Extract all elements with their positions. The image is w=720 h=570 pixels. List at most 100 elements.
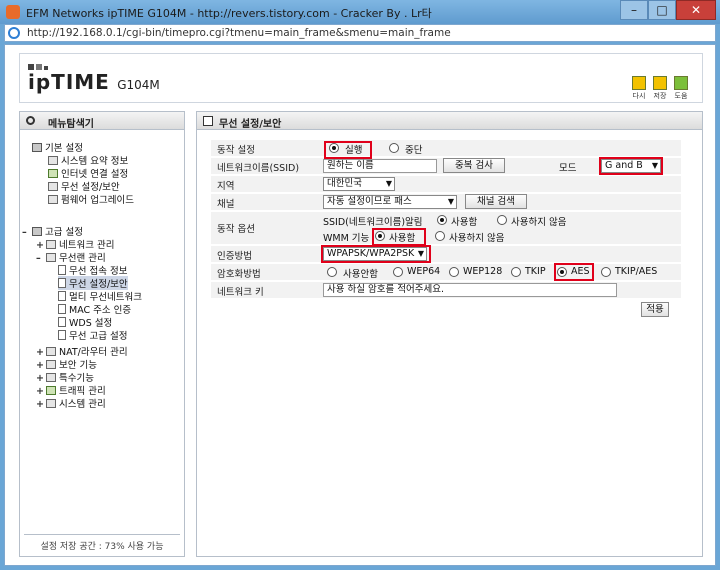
minimize-button[interactable]: – <box>620 0 648 20</box>
enc-tkip-aes-radio[interactable] <box>601 267 611 277</box>
page-icon <box>58 265 66 275</box>
collapse-icon[interactable]: – <box>36 253 44 264</box>
wireless-icon <box>46 253 56 262</box>
menu-explorer: 메뉴탐색기 기본 설정 시스템 요약 정보 인터넷 연결 설정 무선 설정/보안… <box>19 111 185 557</box>
maximize-button[interactable]: □ <box>648 0 676 20</box>
operation-on-radio[interactable] <box>329 143 339 153</box>
enc-wep64-label: WEP64 <box>407 266 441 277</box>
logo-model: G104M <box>117 78 160 92</box>
tree-item-wireless-security[interactable]: 무선 설정/보안 <box>58 276 128 290</box>
tree-item-internet[interactable]: 인터넷 연결 설정 <box>48 166 128 180</box>
menu-explorer-header: 메뉴탐색기 <box>20 112 184 130</box>
traffic-icon <box>46 386 56 395</box>
router-icon <box>46 347 56 356</box>
tree-basic-settings[interactable]: 기본 설정 <box>32 140 83 154</box>
row-network-key: 네트워크 키 사용 하실 암호를 적어주세요. <box>211 282 681 298</box>
window-titlebar: EFM Networks ipTIME G104M - http://rever… <box>0 0 720 24</box>
page-icon <box>58 317 66 327</box>
network-key-input[interactable]: 사용 하실 암호를 적어주세요. <box>323 283 617 297</box>
operation-off-radio[interactable] <box>389 143 399 153</box>
address-bar[interactable]: http://192.168.0.1/cgi-bin/timepro.cgi?t… <box>4 24 716 42</box>
enc-aes-radio[interactable] <box>557 267 567 277</box>
tree-label: 무선 고급 설정 <box>69 331 128 342</box>
tree-special[interactable]: + 특수기능 <box>36 370 94 384</box>
menu-explorer-title: 메뉴탐색기 <box>48 119 94 130</box>
wmm-use-label: 사용함 <box>389 233 416 244</box>
ssid-broadcast-use-radio[interactable] <box>437 215 447 225</box>
row-ssid: 네트워크이름(SSID) 원하는 이름 중복 검사 모드 G and B ▼ <box>211 158 681 174</box>
tree-network-mgmt[interactable]: + 네트워크 관리 <box>36 237 114 251</box>
enc-wep64-radio[interactable] <box>393 267 403 277</box>
panel-header: 무선 설정/보안 <box>197 112 702 130</box>
save-icon <box>653 76 667 90</box>
enc-none-radio[interactable] <box>327 267 337 277</box>
help-button[interactable]: 도움 <box>672 76 690 101</box>
help-icon <box>674 76 688 90</box>
enc-wep128-radio[interactable] <box>449 267 459 277</box>
ssid-check-button[interactable]: 중복 검사 <box>443 158 505 173</box>
mode-label: 모드 <box>559 163 577 174</box>
search-icon <box>26 116 35 125</box>
close-button[interactable]: ✕ <box>676 0 716 20</box>
options-label: 동작 옵션 <box>217 224 255 235</box>
refresh-button[interactable]: 다시 <box>630 76 648 101</box>
operation-on-label: 실행 <box>345 145 363 156</box>
save-button[interactable]: 저장 <box>651 76 669 101</box>
apply-button[interactable]: 적용 <box>641 302 669 317</box>
lock-icon <box>46 360 56 369</box>
wmm-use-radio[interactable] <box>375 231 385 241</box>
tree-security[interactable]: + 보안 기능 <box>36 357 97 371</box>
logo-main: ipTIME <box>28 70 110 94</box>
chevron-down-icon: ▼ <box>417 249 424 258</box>
tree-wireless-mgmt[interactable]: – 무선랜 관리 <box>36 250 106 264</box>
collapse-icon[interactable]: – <box>22 227 30 238</box>
folder-icon <box>32 143 42 152</box>
auth-value: WPAPSK/WPA2PSK <box>327 248 415 259</box>
channel-search-button[interactable]: 채널 검색 <box>465 194 527 209</box>
tree-item-mac-auth[interactable]: MAC 주소 인증 <box>58 302 131 316</box>
tree-item-multi-ssid[interactable]: 멀티 무선네트워크 <box>58 289 142 303</box>
row-region: 지역 대한민국 ▼ <box>211 176 681 192</box>
tree-item-system-summary[interactable]: 시스템 요약 정보 <box>48 153 128 167</box>
tree-item-wireless-basic[interactable]: 무선 설정/보안 <box>48 179 120 193</box>
operation-label: 동작 설정 <box>217 145 255 156</box>
ssid-broadcast-nouse-radio[interactable] <box>497 215 507 225</box>
panel-icon <box>203 116 213 126</box>
tree-advanced-settings[interactable]: – 고급 설정 <box>22 224 83 238</box>
page-icon <box>58 330 66 340</box>
expand-icon[interactable]: + <box>36 399 44 410</box>
ssid-broadcast-label: SSID(네트워크이름)알림 <box>323 217 423 228</box>
tree-item-wds[interactable]: WDS 설정 <box>58 315 112 329</box>
tree-nat-router[interactable]: + NAT/라우터 관리 <box>36 344 128 358</box>
enc-aes-label: AES <box>571 266 590 277</box>
page-icon <box>58 304 66 314</box>
globe-icon <box>48 169 58 178</box>
tree-item-wireless-info[interactable]: 무선 접속 정보 <box>58 263 127 277</box>
help-label: 도움 <box>674 92 688 100</box>
storage-status: 설정 저장 공간 : 73% 사용 가능 <box>24 534 180 552</box>
mode-select[interactable]: G and B ▼ <box>601 159 661 173</box>
system-icon <box>46 399 56 408</box>
tree-traffic[interactable]: + 트래픽 관리 <box>36 383 106 397</box>
window-title: EFM Networks ipTIME G104M - http://rever… <box>26 7 432 20</box>
channel-select[interactable]: 자동 설정이므로 패스 ▼ <box>323 195 457 209</box>
wireless-settings-panel: 무선 설정/보안 동작 설정 실행 중단 네트워크이름(SSID) 원하는 이름… <box>196 111 703 557</box>
auth-select[interactable]: WPAPSK/WPA2PSK ▼ <box>323 247 427 261</box>
panel-title: 무선 설정/보안 <box>219 119 282 130</box>
wmm-label: WMM 기능 <box>323 233 370 244</box>
ssid-broadcast-use-label: 사용함 <box>451 217 478 228</box>
tree-item-firmware[interactable]: 펌웨어 업그레이드 <box>48 192 134 206</box>
router-header: ipTIME G104M 다시 저장 도움 <box>19 53 703 103</box>
region-label: 지역 <box>217 181 235 192</box>
region-select[interactable]: 대한민국 ▼ <box>323 177 395 191</box>
folder-icon <box>32 227 42 236</box>
tree-system-mgmt[interactable]: + 시스템 관리 <box>36 396 106 410</box>
system-icon <box>48 156 58 165</box>
enc-tkip-radio[interactable] <box>511 267 521 277</box>
ssid-input[interactable]: 원하는 이름 <box>323 159 437 173</box>
address-url[interactable]: http://192.168.0.1/cgi-bin/timepro.cgi?t… <box>27 27 451 39</box>
wmm-nouse-radio[interactable] <box>435 231 445 241</box>
tree-item-wireless-advanced[interactable]: 무선 고급 설정 <box>58 328 127 342</box>
wireless-icon <box>48 182 58 191</box>
wmm-nouse-label: 사용하지 않음 <box>449 233 505 244</box>
